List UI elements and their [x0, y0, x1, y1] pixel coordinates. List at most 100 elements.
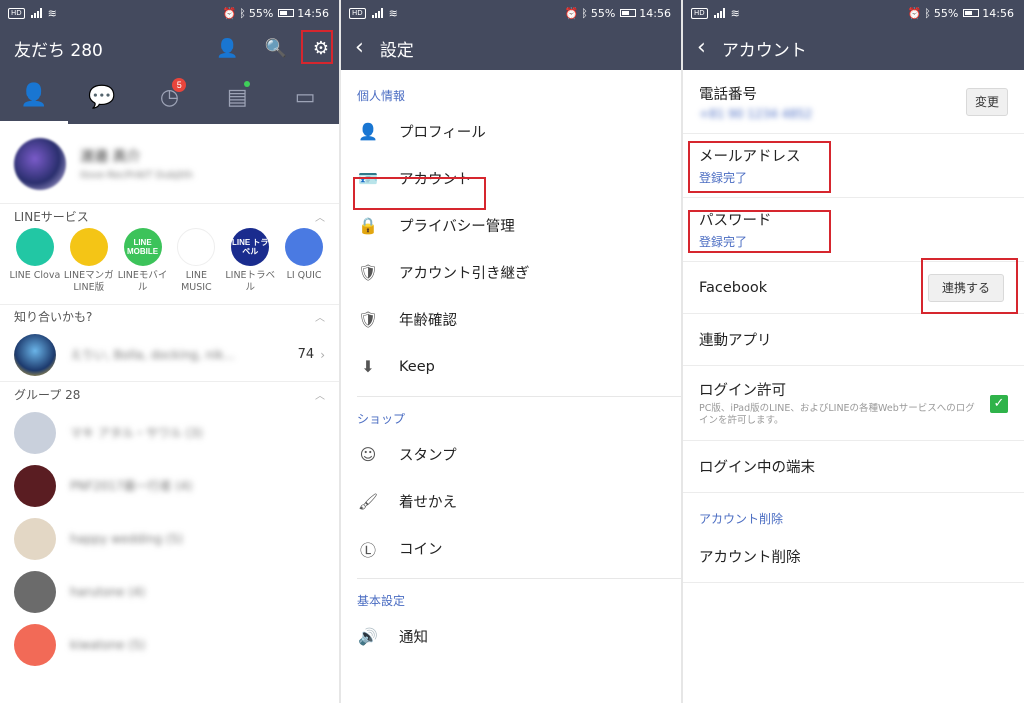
email-status: 登録完了 [699, 171, 748, 185]
avatar [14, 517, 56, 560]
clock: 14:56 [297, 6, 329, 20]
wifi-icon: ≋ [388, 6, 398, 20]
service-item[interactable]: LINE MOBILE LINEモバイル [116, 228, 170, 304]
group-name: PNF2017最一行者 (4) [70, 479, 193, 493]
bluetooth-icon: ᛒ [239, 6, 246, 20]
group-name: happy wedding (5) [70, 531, 183, 546]
status-bar: HD ≋ ⏰ ᛒ 55% 14:56 [0, 0, 339, 26]
service-icon [15, 228, 54, 266]
wifi-icon: ≋ [730, 6, 740, 20]
settings-header: ‹ 設定 [341, 26, 681, 70]
tab-chats[interactable]: 💬 [68, 70, 136, 124]
email-label: メールアドレス [699, 149, 801, 165]
settings-panel: HD ≋ ⏰ ᛒ 55% 14:56 ‹ 設定 個人情報 👤 プロフィール 🪪 アカウント 🔒 プラ… [341, 0, 681, 703]
settings-item-label: プライバシー管理 [399, 219, 515, 235]
add-friend-icon[interactable]: 👤 [216, 38, 238, 59]
settings-item-icon: 🛡 [357, 310, 379, 329]
battery-icon [620, 9, 637, 17]
login-permission-row[interactable]: ログイン許可 PC版、iPad版のLINE、およびLINEの各種Webサービスへ… [683, 366, 1024, 441]
settings-item-icon: ☺ [359, 445, 377, 464]
linked-apps-row[interactable]: 連動アプリ [683, 314, 1024, 366]
tab-timeline[interactable]: ◷ 5 [136, 70, 204, 124]
suggest-section[interactable]: 知り合いかも? ︿ [0, 304, 339, 328]
settings-item[interactable]: 🛡 年齢確認 [341, 296, 681, 343]
settings-item-label: 通知 [399, 630, 428, 646]
avatar [14, 137, 66, 190]
login-permission-checkbox[interactable]: ✓ [990, 395, 1008, 413]
tab-friends[interactable]: 👤 [0, 70, 68, 124]
services-section[interactable]: LINEサービス ︿ [0, 204, 339, 228]
password-row[interactable]: パスワード 登録完了 [683, 198, 1024, 262]
settings-item-icon: 🔒 [358, 216, 378, 235]
logged-in-devices-row[interactable]: ログイン中の端末 [683, 441, 1024, 493]
suggest-count: 74 [297, 347, 315, 362]
settings-item[interactable]: 🖌 着せかえ [341, 478, 681, 525]
service-icon [285, 228, 324, 266]
tab-wallet[interactable]: ▭ [271, 70, 339, 124]
change-phone-button[interactable]: 変更 [966, 88, 1008, 116]
linked-apps-label: 連動アプリ [699, 333, 772, 349]
settings-item[interactable]: 🪪 アカウント [341, 155, 681, 202]
settings-section-title: 個人情報 [357, 89, 406, 103]
settings-item-label: Keep [399, 358, 435, 375]
group-item[interactable]: kiwatone (5) [0, 618, 339, 671]
logged-in-devices-label: ログイン中の端末 [699, 460, 815, 476]
suggest-names: えりい, Bolla, docking, nik... [70, 348, 235, 362]
settings-item[interactable]: Ⓛ コイン [341, 525, 681, 572]
settings-item-label: 年齢確認 [399, 313, 457, 329]
back-arrow-icon[interactable]: ‹ [355, 37, 364, 59]
person-icon: 👤 [20, 83, 48, 108]
service-item[interactable]: LINE Clova [8, 228, 62, 304]
settings-item-label: アカウント引き継ぎ [399, 266, 530, 282]
service-item[interactable]: LINEマンガ LINE版 [62, 228, 116, 304]
gear-icon[interactable]: ⚙ [313, 38, 329, 59]
friends-header: 友だち 280 👤 🔍 ⚙ [0, 26, 339, 70]
settings-item-icon: 🔊 [358, 627, 378, 646]
groups-section[interactable]: グループ 28 ︿ [0, 382, 339, 406]
news-icon: ▤ [226, 84, 248, 110]
service-item[interactable]: LINE MUSIC [169, 228, 223, 304]
facebook-row[interactable]: Facebook 連携する [683, 262, 1024, 314]
service-label: LI QUIC [286, 270, 322, 281]
connect-facebook-button[interactable]: 連携する [928, 274, 1004, 302]
profile-name: 渡邉 真介 [80, 149, 141, 165]
settings-item[interactable]: ⬇ Keep [341, 343, 681, 390]
alarm-icon: ⏰ [564, 6, 579, 20]
settings-item[interactable]: 🔒 プライバシー管理 [341, 202, 681, 249]
avatar [14, 333, 56, 376]
service-item[interactable]: LI QUIC [277, 228, 331, 304]
account-header: ‹ アカウント [683, 26, 1024, 70]
suggest-row[interactable]: えりい, Bolla, docking, nik... 74 › [0, 328, 339, 382]
service-item[interactable]: LINE トラベル LINEトラベル [223, 228, 277, 304]
group-name: kiwatone (5) [70, 637, 146, 652]
settings-item[interactable]: 🔊 通知 [341, 613, 681, 660]
phone-row[interactable]: 電話番号 +81 90 1234 4852 変更 [683, 70, 1024, 134]
my-profile[interactable]: 渡邉 真介 Ilove-RecPrAtT Dubjtth [0, 124, 339, 204]
friends-panel: HD ≋ ⏰ ᛒ 55% 14:56 友だち 280 👤 🔍 ⚙ 👤 💬 ◷ 5 ▤ ▭ … [0, 0, 339, 703]
search-icon[interactable]: 🔍 [264, 38, 286, 59]
email-row[interactable]: メールアドレス 登録完了 [683, 134, 1024, 198]
bluetooth-icon: ᛒ [924, 6, 931, 20]
main-tabs: 👤 💬 ◷ 5 ▤ ▭ [0, 70, 339, 124]
groups-list: マキ アタル・サワル (3) PNF2017最一行者 (4) happy weddi… [0, 406, 339, 671]
delete-account-row[interactable]: アカウント削除 [683, 531, 1024, 583]
settings-item[interactable]: 👤 プロフィール [341, 108, 681, 155]
service-icon: LINE トラベル [231, 228, 270, 266]
settings-item-label: スタンプ [399, 448, 457, 464]
settings-item[interactable]: 🛡 アカウント引き継ぎ [341, 249, 681, 296]
delete-section-title: アカウント削除 [699, 512, 784, 526]
group-name: harutone (4) [70, 584, 146, 599]
bluetooth-icon: ᛒ [581, 6, 588, 20]
group-item[interactable]: マキ アタル・サワル (3) [0, 406, 339, 459]
service-label: LINE MUSIC [181, 270, 212, 293]
group-item[interactable]: harutone (4) [0, 565, 339, 618]
status-bar: HD ≋ ⏰ ᛒ 55% 14:56 [341, 0, 681, 26]
settings-item[interactable]: ☺ スタンプ [341, 431, 681, 478]
back-arrow-icon[interactable]: ‹ [697, 37, 706, 59]
battery-percent: 55% [590, 6, 616, 20]
status-bar: HD ≋ ⏰ ᛒ 55% 14:56 [683, 0, 1024, 26]
page-title: 設定 [379, 40, 414, 61]
group-item[interactable]: happy wedding (5) [0, 512, 339, 565]
group-item[interactable]: PNF2017最一行者 (4) [0, 459, 339, 512]
tab-news[interactable]: ▤ [203, 70, 271, 124]
